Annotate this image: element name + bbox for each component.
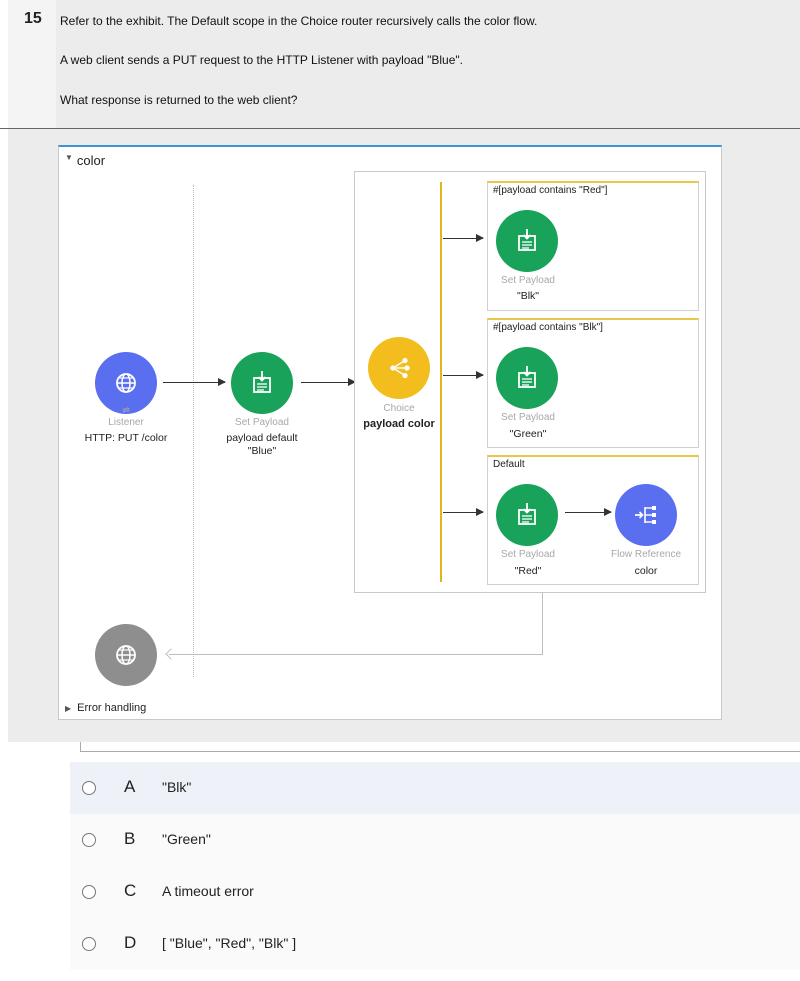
set-payload-green-value: "Green" [509, 428, 547, 440]
choice-branch-bar [440, 182, 442, 582]
answer-box-edge [80, 742, 800, 752]
flow-reference-name: color [634, 565, 658, 577]
flow-title[interactable]: ▼ color [65, 153, 105, 168]
flow-reference-icon [635, 506, 656, 524]
response-path [542, 593, 543, 655]
flow-exhibit: ▼ color ⇌ Listener HTTP: PUT /color Set P… [58, 145, 722, 720]
expand-triangle-icon[interactable]: ▶ [65, 704, 71, 713]
route-arrow [443, 508, 484, 516]
answer-text: [ "Blue", "Red", "Blk" ] [162, 935, 297, 951]
set-payload-red-value: "Red" [514, 565, 542, 577]
set-payload-default-value: "Blue" [247, 445, 277, 457]
route-condition: #[payload contains "Red"] [493, 185, 608, 196]
flow-arrow [565, 508, 612, 516]
answer-list: A "Blk" B "Green" C A timeout error D [ … [70, 762, 800, 976]
route-arrow [443, 371, 484, 379]
answer-option-c[interactable]: C A timeout error [70, 866, 800, 918]
question-number: 15 [24, 10, 42, 27]
set-payload-blk-type: Set Payload [501, 275, 555, 286]
question-line-1: Refer to the exhibit. The Default scope … [60, 14, 538, 28]
flow-arrow [163, 378, 226, 386]
answer-text: "Blk" [162, 779, 192, 795]
globe-icon [116, 645, 136, 665]
answer-text: "Green" [162, 831, 211, 847]
question-line-2: A web client sends a PUT request to the … [60, 53, 463, 67]
exchange-icon: ⇌ [122, 405, 130, 415]
response-path [169, 654, 542, 655]
route-arrow [443, 234, 484, 242]
flow-reference-type: Flow Reference [610, 549, 682, 560]
set-payload-blk-value: "Blk" [516, 290, 540, 302]
choice-name: payload color [363, 418, 435, 430]
flow-arrow [301, 378, 356, 386]
route-condition: Default [493, 459, 525, 470]
choice-node[interactable] [368, 337, 430, 399]
set-payload-default-type: Set Payload [235, 417, 289, 428]
source-divider [193, 185, 194, 677]
set-payload-red-node[interactable] [496, 484, 558, 546]
radio-button[interactable] [82, 885, 96, 899]
divider [0, 128, 800, 129]
answer-letter: B [124, 829, 136, 848]
set-payload-default-name: payload default [226, 432, 298, 444]
radio-button[interactable] [82, 833, 96, 847]
set-payload-green-node[interactable] [496, 347, 558, 409]
answer-letter: D [124, 933, 137, 952]
collapse-triangle-icon[interactable]: ▼ [65, 153, 73, 162]
answer-option-b[interactable]: B "Green" [70, 814, 800, 866]
listener-name: HTTP: PUT /color [84, 432, 168, 444]
flow-reference-node[interactable] [615, 484, 677, 546]
answer-letter: C [124, 881, 137, 900]
set-payload-icon [253, 371, 271, 393]
set-payload-default-node[interactable] [231, 352, 293, 414]
listener-type: Listener [108, 417, 144, 428]
set-payload-green-type: Set Payload [501, 412, 555, 423]
set-payload-icon [518, 366, 536, 388]
radio-button[interactable] [82, 937, 96, 951]
choice-type: Choice [383, 403, 415, 414]
radio-button[interactable] [82, 781, 96, 795]
set-payload-icon [518, 503, 536, 525]
choice-router-icon [390, 357, 410, 379]
answer-letter: A [124, 777, 136, 796]
globe-icon [116, 373, 136, 393]
answer-option-d[interactable]: D [ "Blue", "Red", "Blk" ] [70, 918, 800, 970]
set-payload-red-type: Set Payload [501, 549, 555, 560]
set-payload-blk-node[interactable] [496, 210, 558, 272]
error-handling-toggle[interactable]: ▶ Error handling [65, 702, 146, 714]
route-condition: #[payload contains "Blk"] [493, 322, 603, 333]
response-node[interactable] [95, 624, 157, 686]
response-arrow-icon [165, 648, 177, 660]
set-payload-icon [518, 229, 536, 251]
answer-text: A timeout error [162, 883, 254, 899]
question-prompt: What response is returned to the web cli… [60, 93, 298, 107]
answer-option-a[interactable]: A "Blk" [70, 762, 800, 814]
